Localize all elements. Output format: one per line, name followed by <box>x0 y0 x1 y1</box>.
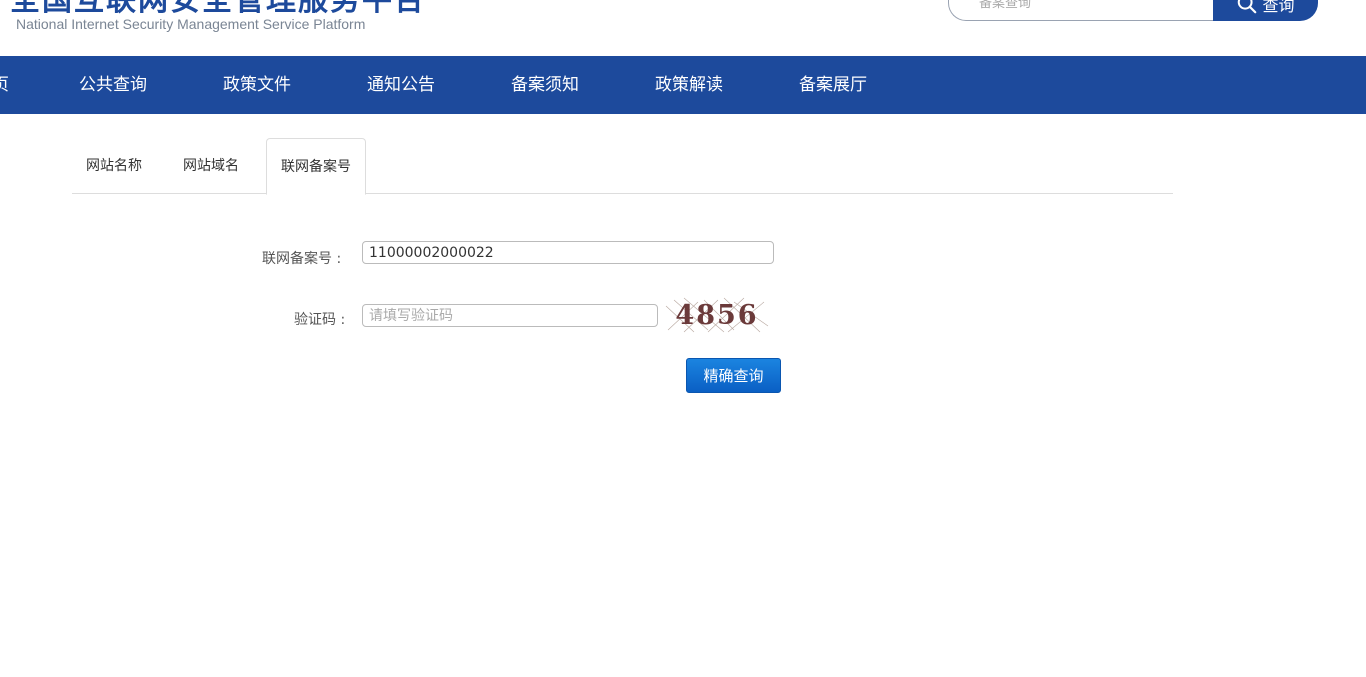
nav-item-filing-hall[interactable]: 备案展厅 <box>799 56 867 114</box>
nav-item-home[interactable]: 页 <box>0 56 9 114</box>
captcha-label: 验证码 : <box>294 312 346 328</box>
tab-domain[interactable]: 网站域名 <box>183 138 239 194</box>
header-search: 查询 <box>948 0 1318 21</box>
search-icon <box>1238 0 1257 13</box>
site-subtitle: National Internet Security Management Se… <box>16 16 366 32</box>
search-button-label: 查询 <box>1262 0 1295 15</box>
nav-item-policy-files[interactable]: 政策文件 <box>223 56 291 114</box>
nav-item-public-query[interactable]: 公共查询 <box>79 56 147 114</box>
tab-record-number[interactable]: 联网备案号 <box>266 138 366 195</box>
main-nav: 页 公共查询 政策文件 通知公告 备案须知 政策解读 备案展厅 <box>0 56 1366 114</box>
query-tabs: 网站名称 网站域名 联网备案号 <box>72 138 1173 195</box>
nav-item-policy-interpretation[interactable]: 政策解读 <box>655 56 723 114</box>
record-number-input[interactable] <box>362 241 774 264</box>
captcha-image[interactable]: 4856 <box>664 296 770 334</box>
tab-site-name[interactable]: 网站名称 <box>86 138 142 194</box>
captcha-input[interactable] <box>362 304 658 327</box>
header: 全国互联网安全管理服务平台 National Internet Security… <box>0 0 1366 56</box>
nav-item-notices[interactable]: 通知公告 <box>367 56 435 114</box>
nav-item-filing-guide[interactable]: 备案须知 <box>511 56 579 114</box>
captcha-code: 4856 <box>675 300 758 331</box>
exact-query-button[interactable]: 精确查询 <box>686 358 781 393</box>
search-button[interactable]: 查询 <box>1213 0 1318 21</box>
record-number-label: 联网备案号 : <box>262 251 342 267</box>
search-input[interactable] <box>948 0 1228 21</box>
